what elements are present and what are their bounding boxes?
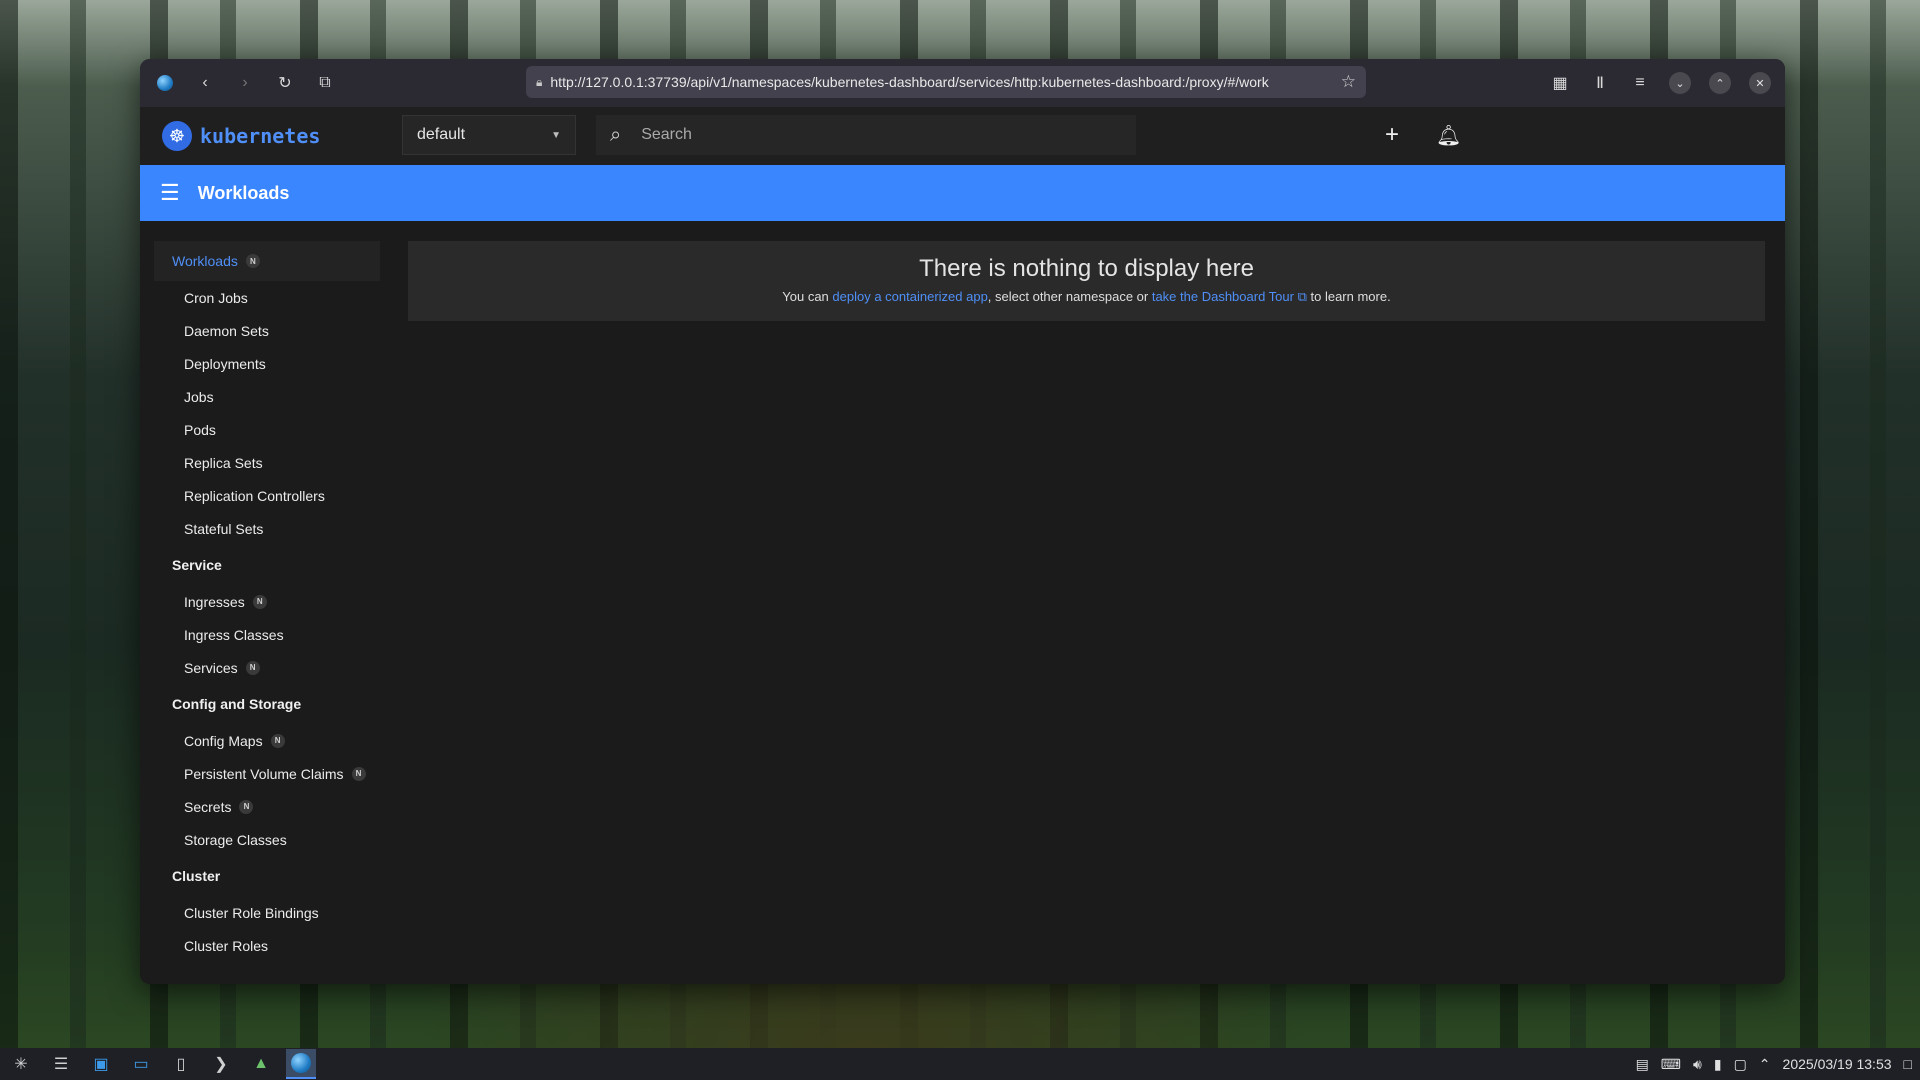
sidebar-item-deployments[interactable]: Deployments <box>140 347 385 380</box>
sidebar-section-cluster[interactable]: Cluster <box>154 856 380 896</box>
create-plus-icon[interactable]: + <box>1385 121 1399 149</box>
empty-state-suffix: to learn more. <box>1306 289 1391 304</box>
sidebar-section-label: Workloads <box>172 253 238 269</box>
page-title: Workloads <box>197 182 290 203</box>
sidebar-item-label: Persistent Volume Claims <box>184 765 344 782</box>
volume-icon[interactable]: 🔊︎ <box>1693 1056 1702 1073</box>
extensions-icon[interactable]: ▦ <box>1545 68 1575 98</box>
sidebar-item-label: Config Maps <box>184 732 263 749</box>
empty-state-card: There is nothing to display here You can… <box>408 241 1765 321</box>
main-content: Workloads N Cron Jobs Daemon Sets Deploy… <box>140 221 1785 984</box>
sidebar-item-replica-sets[interactable]: Replica Sets <box>140 446 385 479</box>
empty-state-middle: , select other namespace or <box>987 289 1152 304</box>
chevron-down-icon: ▼ <box>551 129 561 141</box>
bookmark-star-icon[interactable]: ☆ <box>1341 72 1356 92</box>
namespaced-badge: N <box>245 254 260 268</box>
sidebar-item-label: Services <box>184 659 238 676</box>
namespaced-badge: N <box>239 799 254 814</box>
empty-state-prefix: You can <box>782 289 833 304</box>
namespaced-badge: N <box>351 766 366 781</box>
browser-window: ‹ › ↻ ⧉ 🔒︎ http://127.0.0.1:37739/api/v1… <box>140 59 1785 984</box>
minimize-icon[interactable]: ⌄ <box>1665 68 1695 98</box>
sidebar-item-daemon-sets[interactable]: Daemon Sets <box>140 314 385 347</box>
namespaced-badge: N <box>245 660 260 675</box>
browser-taskbar-icon[interactable] <box>286 1049 316 1079</box>
sidebar-item-storage-classes[interactable]: Storage Classes <box>140 823 385 856</box>
back-icon[interactable]: ‹ <box>190 68 220 98</box>
battery-icon[interactable]: ▮ <box>1714 1056 1722 1073</box>
hamburger-menu-icon[interactable]: ☰ <box>160 180 180 206</box>
app-launcher-icon[interactable]: ✳ <box>6 1049 36 1079</box>
search-box[interactable]: ⌕ <box>596 115 1136 155</box>
file-manager-icon[interactable]: ▭ <box>126 1049 156 1079</box>
sidebar-item-ingress-classes[interactable]: Ingress Classes <box>140 618 385 651</box>
dashboard-tour-link-label: take the Dashboard Tour <box>1151 289 1294 304</box>
task-manager-icon[interactable]: ☰ <box>46 1049 76 1079</box>
sidebar-item-ingresses[interactable]: Ingresses N <box>140 585 385 618</box>
clock[interactable]: 2025/03/19 13:53 <box>1783 1056 1892 1072</box>
kubernetes-logo[interactable]: ☸ kubernetes <box>162 121 320 151</box>
library-icon[interactable]: Ⅱ <box>1585 68 1615 98</box>
logo-text: kubernetes <box>200 124 321 148</box>
sidebar-item-label: Ingresses <box>184 593 245 610</box>
sidebar-item-services[interactable]: Services N <box>140 651 385 684</box>
sidebar-section-config-storage[interactable]: Config and Storage <box>154 684 380 724</box>
forward-icon[interactable]: › <box>230 68 260 98</box>
keyboard-icon[interactable]: ⌨ <box>1661 1056 1681 1073</box>
network-icon[interactable]: ▢ <box>1734 1056 1747 1073</box>
sidebar-item-secrets[interactable]: Secrets N <box>140 790 385 823</box>
tray-expand-icon[interactable]: ⌃ <box>1759 1056 1771 1073</box>
kubernetes-helm-icon: ☸ <box>162 121 192 151</box>
sidebar-item-replication-controllers[interactable]: Replication Controllers <box>140 479 385 512</box>
app-header: ☸ kubernetes default ▼ ⌕ + 🔔︎ <box>140 107 1785 165</box>
deploy-app-link[interactable]: deploy a containerized app <box>832 289 987 304</box>
software-store-icon[interactable]: ▣ <box>86 1049 116 1079</box>
url-bar[interactable]: 🔒︎ http://127.0.0.1:37739/api/v1/namespa… <box>526 66 1366 98</box>
sidebar-item-stateful-sets[interactable]: Stateful Sets <box>140 512 385 545</box>
sidebar-item-pods[interactable]: Pods <box>140 413 385 446</box>
sidebar-item-persistent-volume-claims[interactable]: Persistent Volume Claims N <box>140 757 385 790</box>
sidebar-section-service[interactable]: Service <box>154 545 380 585</box>
dashboard-tour-link[interactable]: take the Dashboard Tour ⧉ <box>1152 289 1307 304</box>
namespaced-badge: N <box>270 733 285 748</box>
sidebar-item-config-maps[interactable]: Config Maps N <box>140 724 385 757</box>
screenshot-icon[interactable]: ⧉ <box>310 68 340 98</box>
url-text[interactable]: http://127.0.0.1:37739/api/v1/namespaces… <box>550 74 1332 90</box>
sidebar-nav: Workloads N Cron Jobs Daemon Sets Deploy… <box>140 221 385 962</box>
external-link-icon: ⧉ <box>1297 289 1307 304</box>
sidebar-item-label: Secrets <box>184 798 232 815</box>
empty-state-title: There is nothing to display here <box>919 255 1254 282</box>
search-icon: ⌕ <box>610 123 622 146</box>
notifications-bell-icon[interactable]: 🔔︎ <box>1436 123 1461 148</box>
sidebar-item-cron-jobs[interactable]: Cron Jobs <box>140 281 385 314</box>
browser-globe-icon[interactable] <box>150 68 180 98</box>
search-input[interactable] <box>641 126 1122 144</box>
namespace-select[interactable]: default ▼ <box>402 115 576 155</box>
page-toolbar: ☰ Workloads <box>140 165 1785 221</box>
sidebar-item-jobs[interactable]: Jobs <box>140 380 385 413</box>
clipboard-icon[interactable]: ▤ <box>1636 1056 1649 1073</box>
image-viewer-icon[interactable]: ▲ <box>246 1049 276 1079</box>
show-desktop-icon[interactable]: □ <box>1904 1056 1912 1072</box>
lock-icon: 🔒︎ <box>536 74 543 89</box>
empty-state-message: You can deploy a containerized app, sele… <box>408 289 1765 305</box>
desktop-taskbar: ✳ ☰ ▣ ▭ ▯ ❯ ▲ ▤ ⌨ 🔊︎ ▮ ▢ ⌃ 2025/03/19 13… <box>0 1048 1920 1080</box>
sidebar-item-cluster-role-bindings[interactable]: Cluster Role Bindings <box>140 896 385 929</box>
menu-icon[interactable]: ≡ <box>1625 68 1655 98</box>
close-icon[interactable]: ✕ <box>1745 68 1775 98</box>
namespaced-badge: N <box>252 594 267 609</box>
maximize-icon[interactable]: ⌃ <box>1705 68 1735 98</box>
namespace-value: default <box>417 126 466 143</box>
sidebar-section-workloads[interactable]: Workloads N <box>154 241 380 281</box>
reload-icon[interactable]: ↻ <box>270 68 300 98</box>
sidebar-item-cluster-roles[interactable]: Cluster Roles <box>140 929 385 962</box>
browser-titlebar: ‹ › ↻ ⧉ 🔒︎ http://127.0.0.1:37739/api/v1… <box>140 59 1785 107</box>
text-editor-icon[interactable]: ▯ <box>166 1049 196 1079</box>
terminal-icon[interactable]: ❯ <box>206 1049 236 1079</box>
